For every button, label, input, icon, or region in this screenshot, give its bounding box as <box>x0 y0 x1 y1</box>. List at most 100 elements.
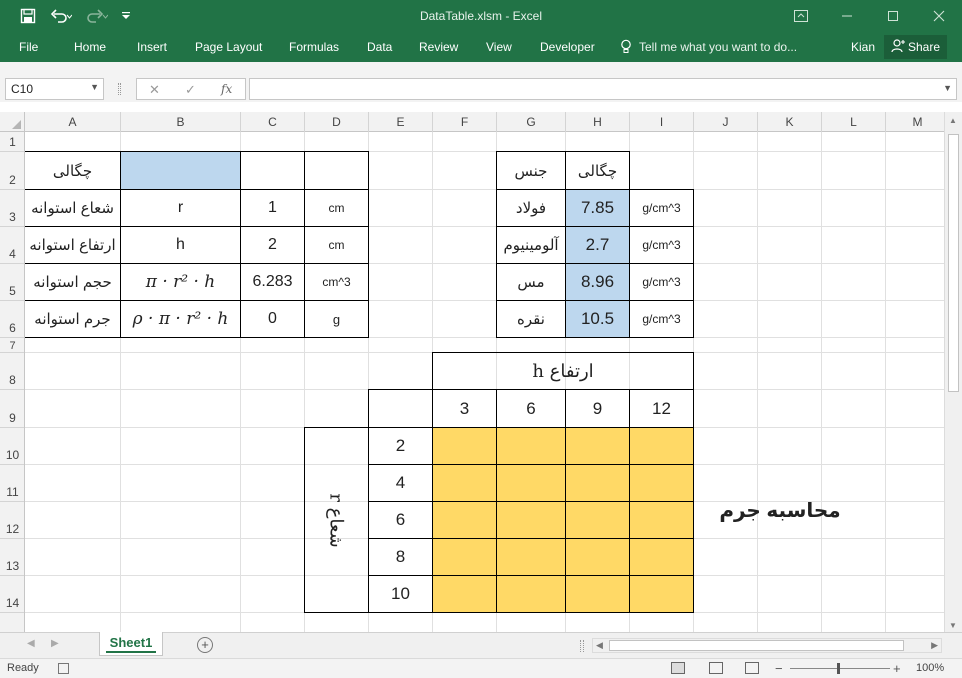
zoom-slider-knob[interactable] <box>837 663 840 674</box>
result-cell[interactable] <box>565 575 630 613</box>
column-header-f[interactable]: F <box>433 112 497 132</box>
tab-page-layout[interactable]: Page Layout <box>195 40 262 54</box>
radius-10-cell[interactable]: 10 <box>368 575 433 613</box>
tab-view[interactable]: View <box>486 40 512 54</box>
vertical-scrollbar[interactable]: ▲ ▼ <box>944 112 962 632</box>
worksheet-grid[interactable]: چگالی شعاع استوانه r 1 cm ارتفاع استوانه… <box>25 132 944 632</box>
radius-6-cell[interactable]: 6 <box>368 501 433 539</box>
enter-icon[interactable]: ✓ <box>185 82 196 98</box>
cell-h4[interactable]: 2.7 <box>565 226 630 264</box>
tab-home[interactable]: Home <box>74 40 106 54</box>
formula-input[interactable]: ▼ <box>249 78 957 100</box>
result-cell[interactable] <box>629 427 694 465</box>
name-box[interactable]: C10 ▼ <box>5 78 104 100</box>
row-header-1[interactable]: 1 <box>0 132 24 152</box>
radius-4-cell[interactable]: 4 <box>368 464 433 502</box>
row-header-9[interactable]: 9 <box>0 390 24 428</box>
add-sheet-icon[interactable]: + <box>197 637 213 653</box>
cell-a6[interactable]: جرم استوانه <box>25 300 121 338</box>
result-cell[interactable] <box>496 538 566 576</box>
row-header-6[interactable]: 6 <box>0 301 24 338</box>
cell-c2[interactable] <box>240 151 305 190</box>
cell-a2[interactable]: چگالی <box>25 151 121 190</box>
column-header-m[interactable]: M <box>886 112 950 132</box>
tab-formulas[interactable]: Formulas <box>289 40 339 54</box>
macro-record-icon[interactable] <box>58 663 69 674</box>
cell-c5[interactable]: 6.283 <box>240 263 305 301</box>
row-header-5[interactable]: 5 <box>0 264 24 301</box>
scroll-up-icon[interactable]: ▲ <box>949 116 957 125</box>
result-cell[interactable] <box>432 575 497 613</box>
row-header-3[interactable]: 3 <box>0 190 24 227</box>
minimize-icon[interactable] <box>827 0 867 32</box>
result-cell[interactable] <box>496 427 566 465</box>
cell-g6[interactable]: نقره <box>496 300 566 338</box>
radius-8-cell[interactable]: 8 <box>368 538 433 576</box>
tab-data[interactable]: Data <box>367 40 392 54</box>
zoom-slider[interactable] <box>790 668 890 669</box>
cell-i3[interactable]: g/cm^3 <box>629 189 694 227</box>
column-header-e[interactable]: E <box>369 112 433 132</box>
mass-calc-label[interactable]: محاسبه جرم <box>715 494 845 526</box>
row-header-10[interactable]: 10 <box>0 428 24 465</box>
column-header-k[interactable]: K <box>758 112 822 132</box>
vertical-scroll-thumb[interactable] <box>948 134 959 392</box>
result-cell[interactable] <box>432 501 497 539</box>
cell-h3[interactable]: 7.85 <box>565 189 630 227</box>
result-cell[interactable] <box>565 464 630 502</box>
ribbon-display-icon[interactable] <box>781 0 821 32</box>
scroll-down-icon[interactable]: ▼ <box>949 621 957 630</box>
maximize-icon[interactable] <box>873 0 913 32</box>
cell-a3[interactable]: شعاع استوانه <box>25 189 121 227</box>
horizontal-scrollbar[interactable]: ◀ ▶ <box>592 638 942 653</box>
cell-a4[interactable]: ارتفاع استوانه <box>25 226 121 264</box>
scroll-left-icon[interactable]: ◀ <box>596 640 603 651</box>
tab-insert[interactable]: Insert <box>137 40 167 54</box>
tab-developer[interactable]: Developer <box>540 40 595 54</box>
cell-h6[interactable]: 10.5 <box>565 300 630 338</box>
chevron-down-icon[interactable]: ▼ <box>90 82 99 92</box>
scroll-right-icon[interactable]: ▶ <box>931 640 938 651</box>
row-header-4[interactable]: 4 <box>0 227 24 264</box>
cell-a5[interactable]: حجم استوانه <box>25 263 121 301</box>
cell-c4[interactable]: 2 <box>240 226 305 264</box>
share-button[interactable]: Share <box>884 35 947 59</box>
height-12-cell[interactable]: 12 <box>629 389 694 428</box>
cell-h5[interactable]: 8.96 <box>565 263 630 301</box>
column-header-a[interactable]: A <box>25 112 121 132</box>
user-name[interactable]: Kian <box>851 40 875 54</box>
row-header-13[interactable]: 13 <box>0 539 24 576</box>
normal-view-icon[interactable] <box>671 662 685 674</box>
result-cell[interactable] <box>496 501 566 539</box>
result-cell[interactable] <box>565 427 630 465</box>
prev-sheet-icon[interactable]: ◀ <box>27 638 35 649</box>
row-header-2[interactable]: 2 <box>0 152 24 190</box>
cell-d4[interactable]: cm <box>304 226 369 264</box>
cell-d2[interactable] <box>304 151 369 190</box>
result-cell[interactable] <box>432 538 497 576</box>
column-header-l[interactable]: L <box>822 112 886 132</box>
zoom-level[interactable]: 100% <box>916 662 944 674</box>
result-cell[interactable] <box>565 538 630 576</box>
result-cell[interactable] <box>496 464 566 502</box>
cell-g4[interactable]: آلومینیوم <box>496 226 566 264</box>
cell-d6[interactable]: g <box>304 300 369 338</box>
cell-g2[interactable]: جنس <box>496 151 566 190</box>
cell-b4[interactable]: h <box>120 226 241 264</box>
radius-2-cell[interactable]: 2 <box>368 427 433 465</box>
tab-review[interactable]: Review <box>419 40 458 54</box>
column-header-c[interactable]: C <box>241 112 305 132</box>
select-all-corner[interactable] <box>0 112 25 132</box>
result-cell[interactable] <box>432 464 497 502</box>
cell-e9[interactable] <box>368 389 433 428</box>
next-sheet-icon[interactable]: ▶ <box>51 638 59 649</box>
height-9-cell[interactable]: 9 <box>565 389 630 428</box>
insert-function-icon[interactable]: fx <box>221 82 232 96</box>
result-cell[interactable] <box>629 464 694 502</box>
zoom-in-button[interactable]: + <box>893 661 901 676</box>
zoom-out-button[interactable]: − <box>775 661 783 676</box>
result-cell[interactable] <box>565 501 630 539</box>
splitter-icon[interactable] <box>580 640 584 652</box>
column-header-i[interactable]: I <box>630 112 694 132</box>
column-header-g[interactable]: G <box>497 112 566 132</box>
